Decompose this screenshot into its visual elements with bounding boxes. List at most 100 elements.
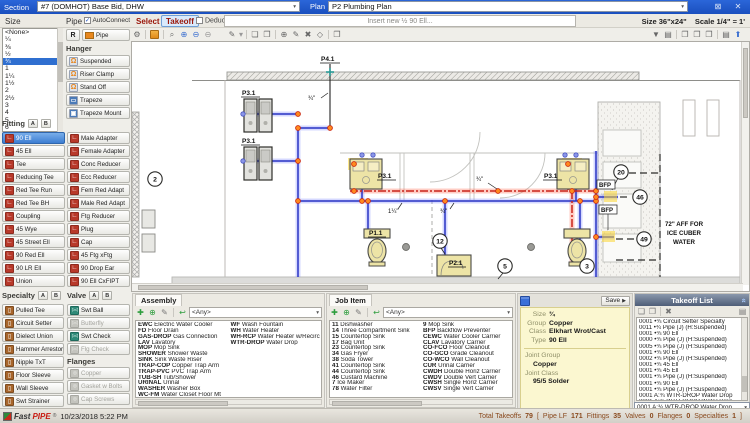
takeoff-mode-button[interactable]: Takeoff	[161, 15, 199, 27]
fitting-button[interactable]: ∟ Male Adapter	[67, 132, 130, 144]
assembly-item[interactable]: WC-FM Water Closet Floor Mt	[136, 392, 229, 398]
size-option[interactable]: ¼	[3, 36, 62, 43]
takeoff-list-header[interactable]: Takeoff List «	[635, 294, 749, 306]
tab-assembly[interactable]: Assembly	[135, 294, 182, 306]
job-item-scrollbar[interactable]	[329, 399, 513, 405]
hanger-button[interactable]: Ω Stand Off	[66, 81, 130, 93]
fitting-button[interactable]: ∟ Union	[2, 275, 65, 287]
drawing-vertical-scrollbar[interactable]	[741, 42, 749, 285]
valve-button[interactable]: ▷◁ Butterfly	[67, 317, 130, 329]
plan-dropdown[interactable]: P2 Plumbing Plan ▾	[328, 1, 688, 12]
takeoff-row[interactable]: 0001 A:¾ WTR-DROP Water Drop	[637, 399, 747, 401]
add-job-item-icon[interactable]: ✚	[329, 308, 340, 317]
diamond-icon[interactable]: ◇	[314, 29, 326, 40]
fitting-button[interactable]: ∟ Plug	[67, 223, 130, 235]
close-icon[interactable]: ✕	[730, 2, 746, 11]
gear-icon[interactable]: ⚙	[131, 29, 143, 40]
add-circle-icon[interactable]: ⊕	[147, 308, 158, 317]
fitting-button[interactable]: ∟ 90 Drop Ear	[67, 262, 130, 274]
fitting-button[interactable]: ∟ Reducing Tee	[2, 171, 65, 183]
size-option[interactable]: ½	[3, 51, 62, 58]
specialty-button[interactable]: ▯ Circuit Setter	[2, 317, 64, 329]
layout-3-icon[interactable]: ❐	[703, 29, 715, 40]
restore-window-icon[interactable]: ⊠	[710, 2, 726, 11]
zoom-in-icon[interactable]: ⊕	[178, 29, 190, 40]
fitting-button[interactable]: ∟ Red Tee Run	[2, 184, 65, 196]
delete-icon[interactable]: ✖	[302, 29, 314, 40]
fitting-button[interactable]: ∟ 90 LR Ell	[2, 262, 65, 274]
job-item[interactable]: 78 Water Filter	[330, 386, 421, 392]
fitting-button[interactable]: ∟ 45 Street Ell	[2, 236, 65, 248]
fitting-button[interactable]: ∟ 45 Wye	[2, 223, 65, 235]
assembly-filter-dropdown[interactable]: <Any> ▾	[189, 307, 322, 318]
section-dropdown[interactable]: #7 (DOMHOT) Base Bid, DHW ▾	[37, 1, 300, 12]
size-option[interactable]: 2	[3, 87, 62, 94]
tab-job-item[interactable]: Job Item	[329, 294, 372, 306]
specialty-button[interactable]: ▯ Pulled Tee	[2, 304, 64, 316]
flange-button[interactable]: ◎ Gasket w Bolts	[67, 380, 130, 392]
print-takeoff-icon[interactable]: ▤	[737, 307, 748, 316]
edit-job-item-icon[interactable]: ✎	[353, 308, 364, 317]
size-option[interactable]: ¾	[3, 58, 62, 65]
specialty-button[interactable]: ▯ Dielect Union	[2, 330, 64, 342]
fitting-button[interactable]: ∟ 90 Red Ell	[2, 249, 65, 261]
collapse-chevrons-icon[interactable]: «	[739, 298, 748, 302]
fitting-button[interactable]: ∟ 90 Ell CxFIPT	[67, 275, 130, 287]
specialty-page-a-button[interactable]: A	[38, 291, 48, 300]
job-item[interactable]: CWSV Single Vert Carrier	[421, 386, 512, 392]
deduct-checkbox[interactable]: Deduct	[196, 17, 227, 24]
specialty-button[interactable]: ▯ Nipple TxT	[2, 356, 64, 368]
size-option[interactable]: 2½	[3, 95, 62, 102]
delete-takeoff-icon[interactable]: ✖	[663, 307, 674, 316]
size-option[interactable]: ⅜	[3, 44, 62, 51]
hanger-button[interactable]: ▭ Trapeze	[66, 94, 130, 106]
fitting-page-a-button[interactable]: A	[28, 119, 38, 128]
fitting-button[interactable]: ∟ Fem Red Adapt	[67, 184, 130, 196]
fitting-button[interactable]: ∟ Coupling	[2, 210, 65, 222]
fitting-button[interactable]: ∟ Conc Reducer	[67, 158, 130, 170]
fitting-button[interactable]: ∟ Ftg Reducer	[67, 210, 130, 222]
fitting-button[interactable]: ∟ Male Red Adapt	[67, 197, 130, 209]
job-item-filter-dropdown[interactable]: <Any> ▾	[383, 307, 513, 318]
filter-icon[interactable]: ▼	[650, 29, 662, 40]
fitting-page-b-button[interactable]: B	[41, 119, 51, 128]
specialty-button[interactable]: ▯ Floor Sleeve	[2, 369, 64, 381]
size-list-scrollbar[interactable]	[57, 28, 63, 132]
add-circle-icon[interactable]: ⊕	[341, 308, 352, 317]
pipe-button[interactable]: Pipe	[82, 29, 130, 41]
edit-assembly-icon[interactable]: ✎	[159, 308, 170, 317]
size-option[interactable]: 1	[3, 65, 62, 72]
plumbing-plan-drawing[interactable]: 2 12 5 3 20 46 49 P4.1 P3.1 P3.1 P3.1 P3…	[132, 42, 743, 285]
size-option[interactable]: 3	[3, 102, 62, 109]
fitting-button[interactable]: ∟ Red Tee BH	[2, 197, 65, 209]
hanger-button[interactable]: ▣ Trapeze Mount	[66, 107, 130, 119]
fitting-button[interactable]: ∟ 45 Ftg xFtg	[67, 249, 130, 261]
flange-button[interactable]: ◎ Copper	[67, 367, 130, 379]
autoconnect-checkbox[interactable]: ✓ AutoConnect	[84, 17, 130, 24]
zoom-out-icon[interactable]: ⊖	[190, 29, 202, 40]
window-icon[interactable]: ❐	[331, 29, 343, 40]
copy-takeoff-icon[interactable]: ❏	[636, 307, 647, 316]
takeoff-scrollbar[interactable]	[741, 318, 747, 400]
fitting-button[interactable]: ∟ 45 Ell	[2, 145, 65, 157]
specialty-button[interactable]: ▯ Hammer Arrestor	[2, 343, 64, 355]
fitting-button[interactable]: ∟ 90 Ell	[2, 132, 65, 144]
add-node-icon[interactable]: ⊕	[278, 29, 290, 40]
highlight-color-icon[interactable]	[150, 30, 159, 39]
layout-1-icon[interactable]: ❐	[679, 29, 691, 40]
size-option[interactable]: <None>	[3, 29, 62, 36]
pencil-dropdown-icon[interactable]: ▾	[238, 29, 244, 40]
print-icon[interactable]: ▤	[720, 29, 732, 40]
assembly-item[interactable]: WTR-DROP Water Drop	[229, 340, 322, 346]
zoom-extents-icon[interactable]: ⊖	[202, 29, 214, 40]
flange-button[interactable]: ◎ Cap Screws	[67, 393, 130, 405]
select-mode-button[interactable]: Select	[136, 17, 160, 26]
riser-toggle-button[interactable]: R	[66, 29, 80, 41]
valve-button[interactable]: ▷◁ Swt Check	[67, 330, 130, 342]
fitting-button[interactable]: ∟ Cap	[67, 236, 130, 248]
fitting-button[interactable]: ∟ Ecc Reducer	[67, 171, 130, 183]
hanger-button[interactable]: Ω Suspended	[66, 55, 130, 67]
fitting-button[interactable]: ∟ Female Adapter	[67, 145, 130, 157]
export-icon[interactable]: ⬆	[732, 29, 744, 40]
zoom-icon[interactable]: ⌕	[166, 29, 178, 40]
